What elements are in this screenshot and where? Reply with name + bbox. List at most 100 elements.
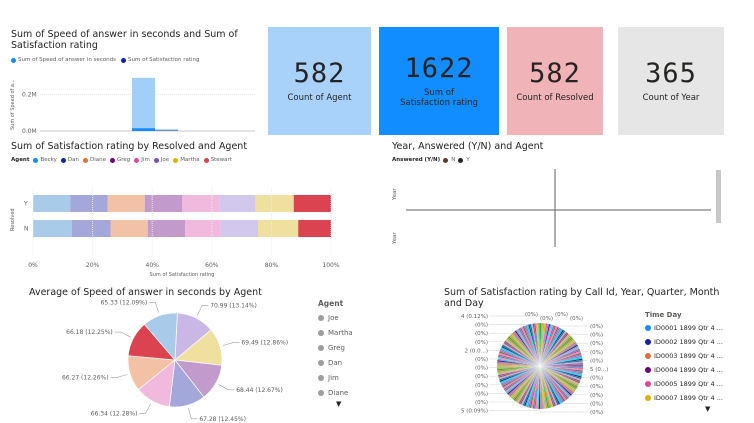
chart4-leader-line	[197, 305, 209, 316]
chart1-bar-satisfaction[interactable]	[132, 128, 155, 131]
chart5-data-label: 5 (0...)	[590, 367, 608, 373]
chart4-legend-item[interactable]: Martha	[318, 325, 353, 340]
chart5-plot[interactable]: 4 (0.12%)(0%)(0%)(0%)2 (0.0...)(0%)(0%)(…	[440, 310, 640, 423]
chevron-down-icon[interactable]: ▼	[705, 405, 723, 413]
chart2-bar-segment[interactable]	[33, 195, 71, 212]
chart4-legend-label: Jim	[328, 373, 339, 382]
chart4-legend-label: Greg	[328, 343, 345, 352]
chart2-bar-segment[interactable]	[184, 220, 221, 237]
chart2-xtick: 0%	[28, 262, 38, 269]
legend-dot-icon	[134, 157, 140, 163]
chart2-bar-segment[interactable]	[110, 220, 148, 237]
chart5-title: Sum of Satisfaction rating by Call Id, Y…	[444, 287, 720, 309]
chart5-data-label: (0%)	[590, 384, 603, 390]
legend-dot-icon	[173, 157, 179, 163]
legend-dot-icon	[443, 157, 449, 163]
legend-dot-icon	[645, 339, 651, 345]
chart1-plot[interactable]: Sum of Speed of a... 0.0M 0.2M	[0, 68, 260, 140]
chart5-legend-label: ID0001 1899 Qtr 4 ...	[654, 324, 723, 332]
chart2-plot[interactable]: Resolved Y N 0% 20% 40% 60% 80% 100% Sum of Satis…	[0, 165, 360, 280]
chart2-bar-segment[interactable]	[255, 195, 294, 212]
chart4-legend-item[interactable]: Joe	[318, 310, 353, 325]
chart4-data-label: 70.99 (13.14%)	[210, 302, 257, 309]
chart5-data-label: (0%)	[590, 358, 603, 364]
chart4-legend-title: Agent	[318, 299, 344, 308]
card-label: Count of Agent	[287, 93, 352, 103]
card-label: Sum of Satisfaction rating	[400, 88, 478, 108]
chart4-data-label: 69.49 (12.86%)	[241, 339, 288, 346]
chart5-data-label: (0%)	[475, 323, 488, 329]
legend-dot-icon	[318, 314, 324, 321]
chart2-bar-segment[interactable]	[107, 195, 145, 212]
chart4-data-label: 65.33 (12.09%)	[101, 299, 148, 306]
chart5-data-label: (0%)	[475, 340, 488, 346]
chart2-legend-label[interactable]: Dan	[68, 157, 79, 163]
legend-dot-icon	[110, 157, 116, 163]
legend-dot-icon	[318, 374, 324, 381]
chart4-legend-item[interactable]: Jim	[318, 370, 353, 385]
chart5-data-label: 5 (0.09%)	[461, 409, 488, 415]
chart5-legend-item[interactable]: ID0005 1899 Qtr 4 ...	[645, 377, 723, 391]
chart2-bar-segment[interactable]	[220, 220, 258, 237]
chart2-legend-label[interactable]: Diane	[90, 157, 106, 163]
chart3-legend-title: Answered (Y/N)	[392, 157, 441, 163]
chart4-legend-item[interactable]: Diane	[318, 385, 353, 400]
chart3-legend-n[interactable]: N	[451, 157, 455, 163]
chart1-legend-item-2[interactable]: Sum of Satisfaction rating	[121, 57, 199, 63]
chart5-data-label: (0%)	[590, 410, 603, 416]
chart5-legend-item[interactable]: ID0003 1899 Qtr 4 ...	[645, 349, 723, 363]
chart4-plot[interactable]: 70.99 (13.14%) 69.49 (12.86%) 68.44 (12.67…	[10, 298, 310, 423]
chart2-bar-segment[interactable]	[219, 195, 256, 212]
legend-dot-icon	[60, 157, 66, 163]
chart4-leader-line	[222, 342, 240, 346]
chart2-bar-segment[interactable]	[147, 220, 185, 237]
chart1-legend-item-1[interactable]: Sum of Speed of answer in seconds	[11, 57, 116, 63]
chart2-bar-segment[interactable]	[33, 220, 72, 237]
chart5-data-label: (0%)	[590, 341, 603, 347]
chart2-legend-label[interactable]: Greg	[117, 157, 130, 163]
chart3-scrollbar[interactable]	[716, 170, 721, 223]
legend-dot-icon	[645, 367, 651, 373]
chart5-legend-item[interactable]: ID0004 1899 Qtr 4 ...	[645, 363, 723, 377]
chart5-legend-item[interactable]: ID0002 1899 Qtr 4 ...	[645, 335, 723, 349]
chart1-bar-speed[interactable]	[132, 77, 155, 131]
chart2-bar-segment[interactable]	[144, 195, 182, 212]
chart2-legend-label[interactable]: Stewart	[211, 157, 232, 163]
chart2-bar-segment[interactable]	[182, 195, 220, 212]
card-count-of-resolved[interactable]: 582 Count of Resolved	[507, 27, 603, 135]
chart4-legend-item[interactable]: Dan	[318, 355, 353, 370]
chart2-bar-segment[interactable]	[70, 195, 108, 212]
chart2-bar-segment[interactable]	[257, 220, 299, 237]
chart5-data-label: (0%)	[475, 331, 488, 337]
legend-dot-icon	[318, 344, 324, 351]
chart5-data-label: (0%)	[475, 357, 488, 363]
chart2-legend-label[interactable]: Joe	[161, 157, 169, 163]
chart3-plot[interactable]	[388, 165, 724, 255]
chart4-legend-label: Diane	[328, 388, 349, 397]
chart2-category-label: Y	[23, 201, 28, 208]
chart5-legend-item[interactable]: ID0007 1899 Qtr 4 ...	[645, 391, 723, 405]
chart2-bar-segment[interactable]	[293, 195, 331, 212]
chart2-legend-label[interactable]: Martha	[180, 157, 199, 163]
chart1-bar-satisfaction[interactable]	[155, 130, 178, 131]
chart5-legend-item[interactable]: ID0001 1899 Qtr 4 ...	[645, 321, 723, 335]
chart4-data-label: 67.28 (12.45%)	[199, 416, 246, 423]
card-count-of-year[interactable]: 365 Count of Year	[618, 27, 724, 135]
card-label: Count of Year	[642, 93, 700, 103]
chart5-legend-label: ID0007 1899 Qtr 4 ...	[654, 394, 723, 402]
chart4-leader-line	[114, 331, 131, 338]
chart2-bar-segment[interactable]	[298, 220, 331, 237]
card-sum-satisfaction[interactable]: 1622 Sum of Satisfaction rating	[379, 27, 499, 135]
chart4-legend-item[interactable]: Greg	[318, 340, 353, 355]
chart4-leader-line	[139, 403, 152, 414]
chart4-title: Average of Speed of answer in seconds by…	[29, 287, 262, 298]
card-label: Count of Resolved	[516, 93, 594, 103]
chart3-legend-y[interactable]: Y	[466, 157, 469, 163]
card-count-of-agent[interactable]: 582 Count of Agent	[268, 27, 371, 135]
chevron-down-icon[interactable]: ▼	[336, 400, 353, 408]
chart2-legend-label[interactable]: Becky	[40, 157, 56, 163]
chart2-bar-segment[interactable]	[71, 220, 111, 237]
chart2-legend: Agent Becky Dan Diane Greg Jim Joe Martha Stewa…	[11, 157, 234, 163]
chart2-legend-label[interactable]: Jim	[141, 157, 150, 163]
chart2-ylabel: Resolved	[10, 208, 16, 231]
